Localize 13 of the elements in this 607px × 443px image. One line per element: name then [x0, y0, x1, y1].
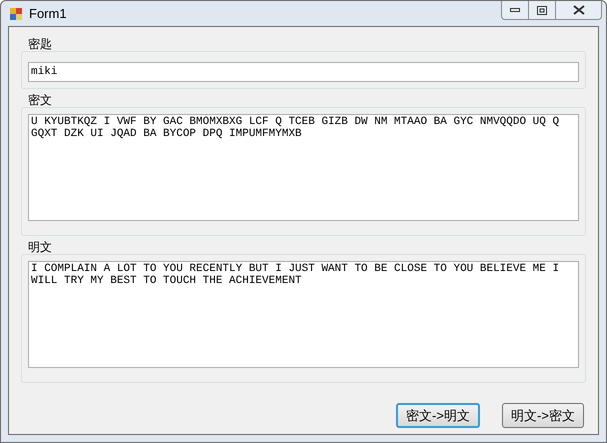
group-label: 密文: [27, 93, 53, 107]
action-button[interactable]: 密文->明文: [396, 403, 480, 428]
app-icon: [9, 6, 23, 20]
action-button[interactable]: 明文->密文: [502, 403, 584, 428]
text-field[interactable]: miki: [28, 62, 579, 82]
group-label: 明文: [27, 240, 53, 254]
minimize-icon: [510, 8, 520, 12]
window-title: Form1: [29, 4, 67, 23]
text-area[interactable]: I COMPLAIN A LOT TO YOU RECENTLY BUT I JUST WANT TO BE CLOSE TO YOU BELIEVE ME I WILL TRY MY BEST TO TOUCH THE ACHIEVEMENT: [28, 261, 579, 368]
group-label: 密匙: [27, 37, 53, 51]
close-icon: [572, 5, 584, 15]
maximize-icon: [537, 6, 547, 14]
text-area[interactable]: U KYUBTKQZ I VWF BY GAC BMOMXBXG LCF Q TCEB GIZB DW NM MTAAO BA GYC NMVQQDO UQ Q GQXT DZK UI JQAD BA BYCOP DPQ IMPUMFMYMXB: [28, 114, 579, 221]
